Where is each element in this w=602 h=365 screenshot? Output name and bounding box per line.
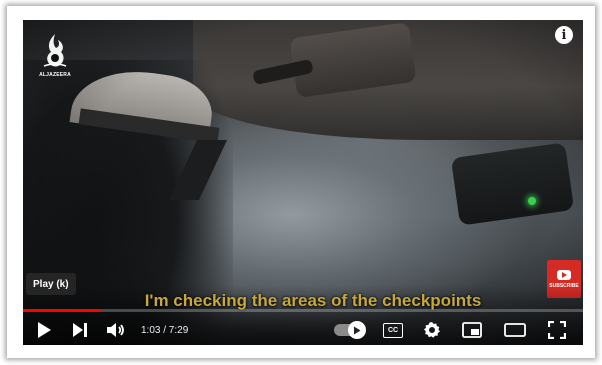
settings-button[interactable] (415, 315, 449, 345)
play-icon (38, 322, 51, 338)
autoplay-toggle[interactable] (331, 315, 371, 345)
subtitles-icon: CC (383, 322, 403, 338)
channel-logo-mark (43, 34, 67, 67)
miniplayer-button[interactable] (453, 315, 491, 345)
settings-icon (424, 322, 440, 338)
subtitle-caption: I'm checking the areas of the checkpoint… (144, 291, 482, 310)
time-display: 1:03 / 7:29 (141, 324, 189, 336)
player-controls: 1:03 / 7:29 CC (23, 315, 583, 345)
info-icon[interactable]: i (555, 26, 573, 44)
channel-logo-text: ALJAZEERA (39, 72, 71, 78)
al-jazeera-logo-icon: ALJAZEERA (35, 32, 75, 88)
mute-button[interactable] (101, 315, 131, 345)
autoplay-play-icon (348, 321, 366, 339)
volume-icon (107, 323, 124, 337)
next-button[interactable] (65, 315, 95, 345)
theater-mode-icon (504, 323, 526, 337)
fullscreen-button[interactable] (539, 315, 575, 345)
progress-bar-played (23, 309, 102, 312)
subtitles-button[interactable]: CC (375, 315, 411, 345)
fullscreen-icon (548, 321, 566, 339)
youtube-icon (557, 269, 571, 280)
next-icon (73, 323, 87, 337)
video-player[interactable]: ALJAZEERA i SUBSCRIBE Play (k) I'm check… (23, 20, 583, 345)
theater-mode-button[interactable] (495, 315, 535, 345)
play-button[interactable] (31, 315, 57, 345)
progress-bar[interactable] (23, 309, 583, 312)
miniplayer-icon (462, 322, 482, 338)
